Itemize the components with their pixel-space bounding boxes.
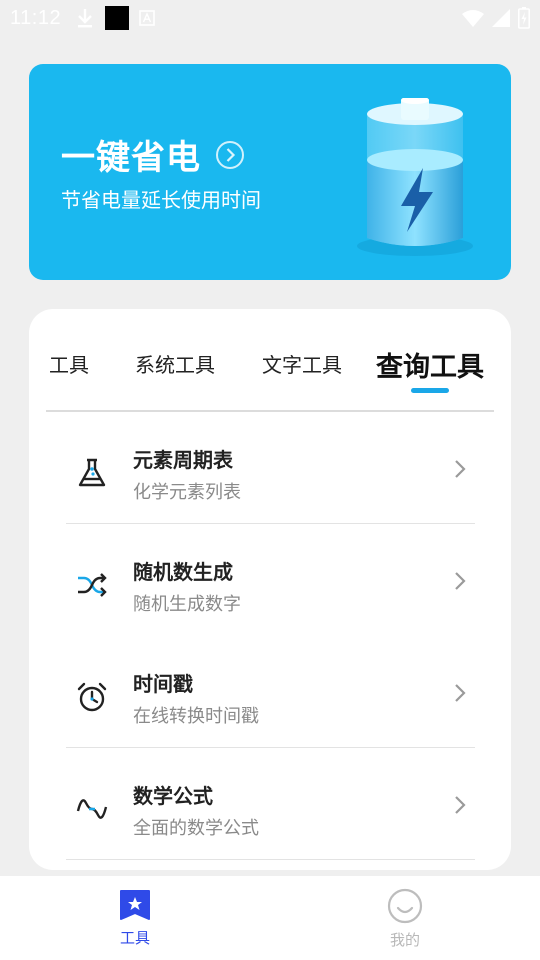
battery-illustration-icon <box>345 96 485 272</box>
tab-active-indicator <box>411 388 449 393</box>
chevron-right-circle-icon <box>215 140 245 170</box>
bottom-navigation: 工具 我的 <box>0 876 540 960</box>
black-square-icon <box>105 6 130 30</box>
power-saving-banner[interactable]: 一键省电 节省电量延长使用时间 <box>29 64 511 280</box>
tool-description: 全面的数学公式 <box>133 818 259 839</box>
tab-query-tools[interactable]: 查询工具 <box>376 345 484 384</box>
chevron-right-icon <box>453 570 467 592</box>
shuffle-icon <box>75 568 109 602</box>
chevron-right-icon <box>453 794 467 816</box>
tool-list: 元素周期表 化学元素列表 随机数生成 随机生成数字 时间戳 在线转换时间戳 数学… <box>29 412 511 860</box>
wifi-icon <box>462 9 484 27</box>
tool-name: 元素周期表 <box>133 448 233 472</box>
tool-description: 随机生成数字 <box>133 594 241 615</box>
download-icon <box>75 7 95 29</box>
status-notification-icons <box>75 6 155 30</box>
app-screen: 11:12 一键省电 节省电量延长使用时间 工具 系统工具 文字工具 查询工具 … <box>0 0 540 960</box>
tool-description: 在线转换时间戳 <box>133 706 259 727</box>
status-system-icons <box>462 7 530 29</box>
status-bar: 11:12 <box>0 0 540 36</box>
list-divider <box>66 859 475 860</box>
nav-item-tools[interactable]: 工具 <box>0 876 270 960</box>
tool-name: 时间戳 <box>133 672 193 696</box>
nav-label: 我的 <box>389 931 420 949</box>
list-item[interactable]: 元素周期表 化学元素列表 <box>29 412 511 524</box>
battery-charging-icon <box>518 7 530 29</box>
a-box-icon <box>139 10 155 26</box>
banner-subtitle: 节省电量延长使用时间 <box>61 188 261 212</box>
banner-title: 一键省电 <box>61 138 201 178</box>
list-item[interactable]: 数学公式 全面的数学公式 <box>29 748 511 860</box>
category-tabs: 工具 系统工具 文字工具 查询工具 <box>29 309 511 411</box>
tab-system-tools[interactable]: 系统工具 <box>135 349 215 378</box>
status-time: 11:12 <box>10 6 62 29</box>
smiley-icon <box>387 888 423 924</box>
signal-icon <box>492 9 510 27</box>
nav-item-mine[interactable]: 我的 <box>270 876 540 960</box>
chevron-right-icon <box>453 458 467 480</box>
tool-name: 随机数生成 <box>133 560 233 584</box>
tab-tools[interactable]: 工具 <box>49 349 89 378</box>
star-bookmark-icon <box>118 888 152 922</box>
tool-name: 数学公式 <box>133 784 213 808</box>
chevron-right-icon <box>453 682 467 704</box>
tools-card: 工具 系统工具 文字工具 查询工具 元素周期表 化学元素列表 随机数生成 随机生… <box>29 309 511 870</box>
flask-icon <box>75 456 109 490</box>
list-item[interactable]: 随机数生成 随机生成数字 <box>29 524 511 636</box>
tool-description: 化学元素列表 <box>133 482 241 503</box>
tab-text-tools[interactable]: 文字工具 <box>262 349 342 378</box>
banner-title-row: 一键省电 <box>61 130 245 179</box>
alarm-clock-icon <box>75 680 109 714</box>
list-item[interactable]: 时间戳 在线转换时间戳 <box>29 636 511 748</box>
nav-label: 工具 <box>119 929 150 947</box>
sine-wave-icon <box>75 792 109 826</box>
